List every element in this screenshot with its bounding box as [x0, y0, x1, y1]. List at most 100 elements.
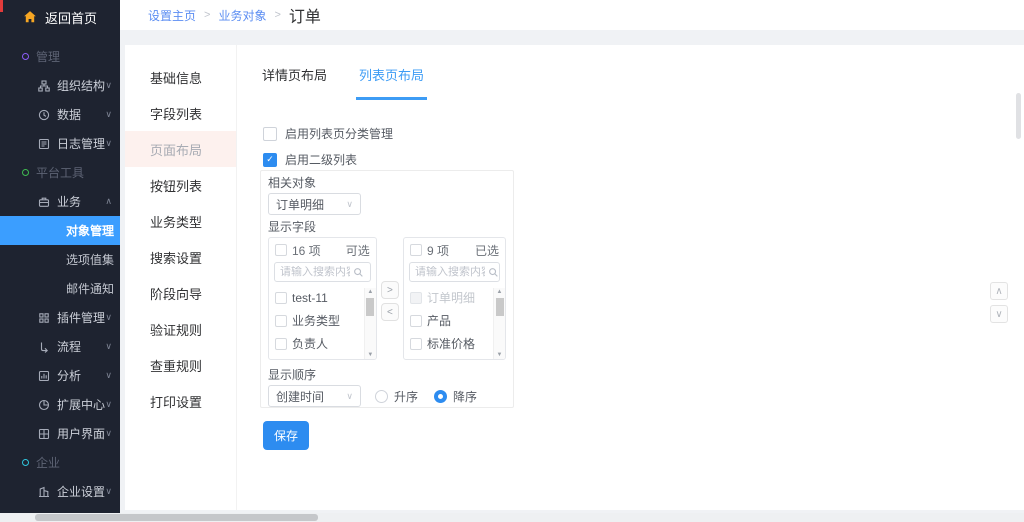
scroll-up-icon[interactable]: ▲	[367, 288, 373, 296]
sidebar-item-label: 组织结构	[57, 77, 105, 94]
target-scrollbar[interactable]: ▲ ▼	[493, 288, 505, 359]
nav-label: 查重规则	[150, 356, 202, 375]
option-secondary-list[interactable]: ✓ 启用二级列表	[263, 151, 357, 168]
scrollbar-thumb[interactable]	[366, 298, 374, 316]
settings-nav-page-layout[interactable]: 页面布局	[125, 131, 236, 167]
list-item[interactable]: test-11	[269, 286, 376, 309]
checkbox-unchecked[interactable]	[275, 292, 287, 304]
breadcrumb: 设置主页 > 业务对象 > 订单	[120, 0, 1024, 30]
related-object-label: 相关对象	[268, 177, 506, 190]
chevron-up-icon: ∧	[105, 196, 112, 207]
sidebar-item-data[interactable]: 数据 ∨	[0, 100, 120, 129]
sidebar-item-label: 业务	[57, 193, 81, 210]
breadcrumb-separator-icon: >	[274, 9, 280, 21]
horizontal-scrollbar[interactable]	[0, 513, 1024, 522]
move-left-button[interactable]: <	[381, 303, 399, 321]
sidebar-item-extension-center[interactable]: 扩展中心 ∨	[0, 390, 120, 419]
checkbox-unchecked[interactable]	[275, 338, 287, 350]
breadcrumb-link-business-object[interactable]: 业务对象	[218, 7, 266, 24]
list-item[interactable]: 业务类型	[269, 309, 376, 332]
checkbox-disabled	[410, 292, 422, 304]
related-object-select[interactable]: 订单明细 ∨	[268, 193, 361, 215]
sidebar-item-flow[interactable]: 流程 ∨	[0, 332, 120, 361]
sidebar-item-object-manage[interactable]: 对象管理	[0, 216, 120, 245]
checkbox-unchecked[interactable]	[263, 127, 277, 141]
sidebar-item-business[interactable]: 业务 ∧	[0, 187, 120, 216]
checkbox-unchecked[interactable]	[275, 244, 287, 256]
transfer-target-header: 9 项 已选	[404, 238, 505, 262]
sidebar-home[interactable]: 返回首页	[0, 0, 120, 34]
radio-asc-label[interactable]: 升序	[394, 388, 418, 405]
list-item[interactable]: 标准价格	[404, 332, 505, 355]
breadcrumb-separator-icon: >	[204, 9, 210, 21]
settings-nav-business-type[interactable]: 业务类型	[125, 203, 236, 239]
tab-detail-page-layout[interactable]: 详情页布局	[259, 57, 330, 100]
radio-asc[interactable]	[375, 390, 388, 403]
scroll-down-icon[interactable]: ▼	[367, 351, 373, 359]
chevron-down-icon: ∨	[105, 399, 112, 410]
sidebar-item-plugin-manage[interactable]: 插件管理 ∨	[0, 303, 120, 332]
bar-chart-icon	[38, 370, 50, 382]
checkbox-unchecked[interactable]	[275, 315, 287, 327]
scroll-up-icon[interactable]: ▲	[497, 288, 503, 296]
clock-icon	[38, 109, 50, 121]
horizontal-scrollbar-thumb[interactable]	[35, 514, 318, 521]
radio-desc-label[interactable]: 降序	[453, 388, 477, 405]
sidebar-item-mail-notify[interactable]: 邮件通知	[0, 274, 120, 303]
settings-nav-stage-wizard[interactable]: 阶段向导	[125, 275, 236, 311]
settings-nav-field-list[interactable]: 字段列表	[125, 95, 236, 131]
sidebar-item-enterprise-settings[interactable]: 企业设置 ∨	[0, 477, 120, 506]
order-field-select[interactable]: 创建时间 ∨	[268, 385, 361, 407]
page-title: 订单	[289, 3, 321, 27]
sidebar-item-analysis[interactable]: 分析 ∨	[0, 361, 120, 390]
chevron-down-icon: ∨	[105, 80, 112, 91]
scroll-down-icon[interactable]: ▼	[497, 351, 503, 359]
settings-nav-dedup-rules[interactable]: 查重规则	[125, 347, 236, 383]
checkbox-unchecked[interactable]	[410, 338, 422, 350]
panel-vertical-scrollbar[interactable]	[1016, 93, 1021, 139]
circle-icon	[22, 459, 29, 466]
settings-nav-basic-info[interactable]: 基础信息	[125, 59, 236, 95]
select-value: 创建时间	[276, 388, 324, 405]
list-item[interactable]: 负责人	[269, 332, 376, 355]
target-tag: 已选	[475, 242, 499, 259]
sidebar-item-enterprise[interactable]: 企业	[0, 448, 120, 477]
nav-label: 搜索设置	[150, 248, 202, 267]
breadcrumb-link-settings-home[interactable]: 设置主页	[148, 7, 196, 24]
sidebar-item-org-structure[interactable]: 组织结构 ∨	[0, 71, 120, 100]
layout-tabs: 详情页布局 列表页布局	[259, 57, 427, 100]
sidebar-item-manage[interactable]: 管理	[0, 42, 120, 71]
move-right-button[interactable]: >	[381, 281, 399, 299]
sidebar-item-user-interface[interactable]: 用户界面 ∨	[0, 419, 120, 448]
source-search-input[interactable]	[280, 266, 350, 278]
target-count: 9 项	[427, 242, 449, 259]
sidebar-item-log-manage[interactable]: 日志管理 ∨	[0, 129, 120, 158]
radio-desc-selected[interactable]	[434, 390, 447, 403]
checkbox-unchecked[interactable]	[410, 244, 422, 256]
sidebar-item-platform-tools[interactable]: 平台工具	[0, 158, 120, 187]
settings-nav-button-list[interactable]: 按钮列表	[125, 167, 236, 203]
source-scrollbar[interactable]: ▲ ▼	[364, 288, 376, 359]
move-down-button[interactable]: ∨	[990, 305, 1008, 323]
checkbox-unchecked[interactable]	[410, 315, 422, 327]
save-button[interactable]: 保存	[263, 421, 309, 450]
checkbox-checked[interactable]: ✓	[263, 153, 277, 167]
transfer-target-list: 9 项 已选 订单明细 产品	[403, 237, 506, 360]
sidebar-item-label: 对象管理	[66, 222, 114, 239]
move-up-button[interactable]: ∧	[990, 282, 1008, 300]
tab-list-page-layout[interactable]: 列表页布局	[356, 57, 427, 100]
chevron-down-icon: ∨	[105, 341, 112, 352]
settings-nav-validation-rules[interactable]: 验证规则	[125, 311, 236, 347]
target-search-input[interactable]	[415, 266, 485, 278]
sidebar-item-label: 企业	[36, 454, 60, 471]
settings-nav-print-settings[interactable]: 打印设置	[125, 383, 236, 419]
list-item[interactable]: 产品	[404, 309, 505, 332]
app-window: 返回首页 管理 组织结构 ∨ 数据 ∨ 日志管理 ∨	[0, 0, 1024, 522]
chevron-down-icon: ∨	[105, 428, 112, 439]
settings-nav: 基础信息 字段列表 页面布局 按钮列表 业务类型 搜索设置 阶段向导 验证规则 …	[125, 45, 237, 510]
settings-nav-search-settings[interactable]: 搜索设置	[125, 239, 236, 275]
sidebar-item-option-sets[interactable]: 选项值集	[0, 245, 120, 274]
scrollbar-thumb[interactable]	[496, 298, 504, 316]
org-chart-icon	[38, 80, 50, 92]
option-category-manage[interactable]: 启用列表页分类管理	[263, 125, 393, 142]
